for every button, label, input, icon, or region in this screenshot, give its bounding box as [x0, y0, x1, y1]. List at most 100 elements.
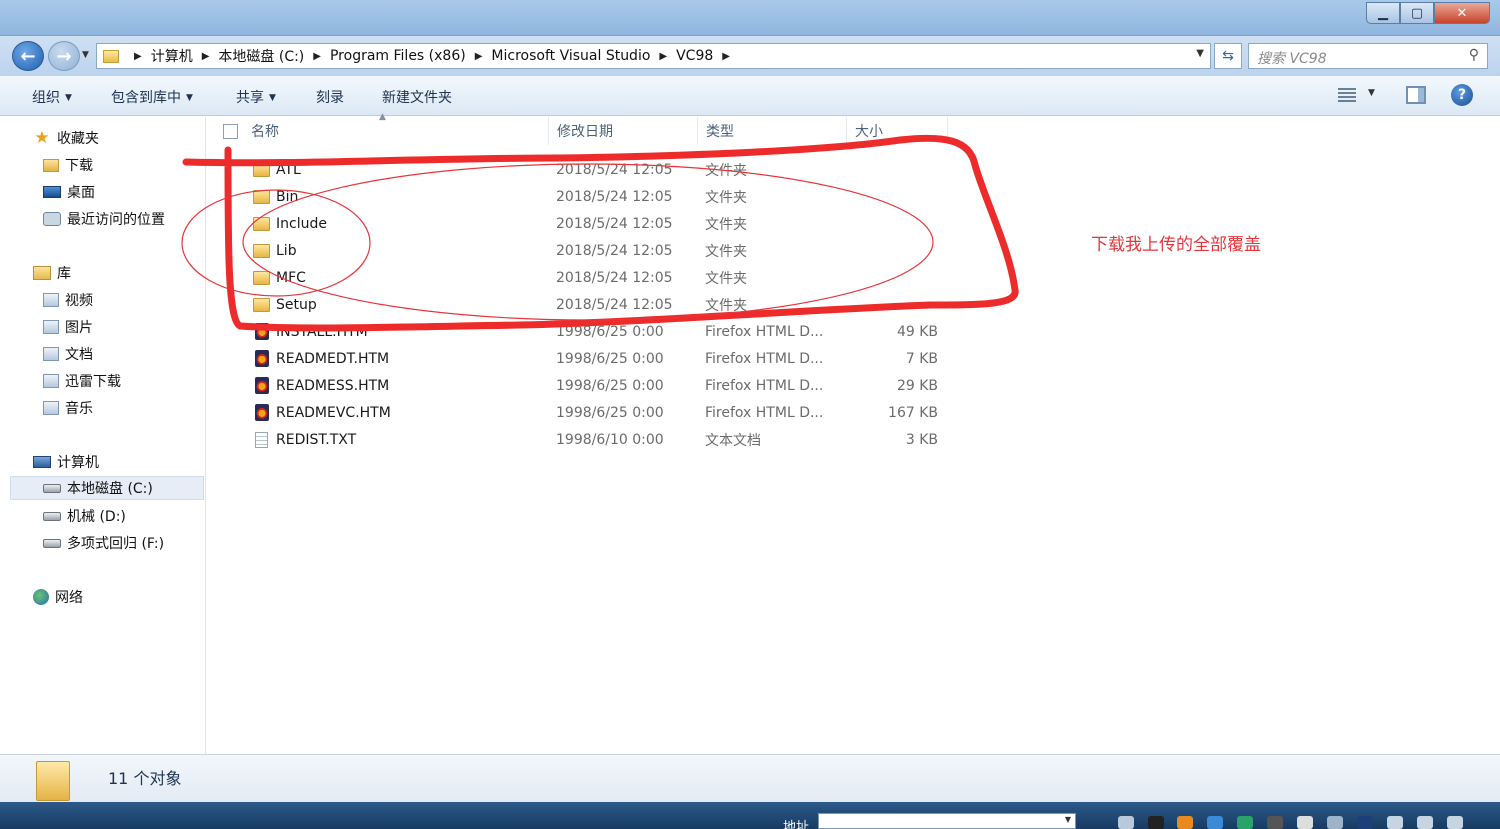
file-name-cell[interactable]: INSTALL.HTM: [253, 323, 368, 340]
file-type: 文件夹: [705, 216, 747, 233]
drive-icon: [43, 483, 61, 493]
title-bar: ▁ ▢ ✕: [0, 0, 1500, 36]
tray-app-icon[interactable]: [1237, 816, 1253, 829]
select-all-checkbox[interactable]: [223, 124, 238, 139]
file-name: MFC: [276, 269, 306, 286]
tray-app-icon[interactable]: [1297, 816, 1313, 829]
tray-app-icon[interactable]: [1207, 816, 1223, 829]
search-placeholder: 搜索 VC98: [1257, 51, 1327, 67]
forward-button[interactable]: →: [48, 41, 80, 71]
file-type: Firefox HTML D...: [705, 323, 824, 340]
minimize-button[interactable]: ▁: [1366, 2, 1400, 24]
breadcrumb-local-disk[interactable]: 本地磁盘 (C:): [218, 46, 304, 66]
breadcrumb-program-files[interactable]: Program Files (x86): [330, 48, 466, 64]
folder-icon: [253, 189, 270, 204]
share-menu[interactable]: 共享 ▼: [236, 87, 276, 107]
file-modified-date: 2018/5/24 12:05: [556, 188, 673, 205]
chevron-right-icon[interactable]: ▶: [202, 51, 210, 62]
file-name-cell[interactable]: REDIST.TXT: [253, 431, 356, 448]
bluetooth-icon[interactable]: [1357, 816, 1373, 829]
window-controls: ▁ ▢ ✕: [1366, 2, 1490, 24]
file-name-cell[interactable]: ATL: [253, 162, 301, 178]
file-name-cell[interactable]: Bin: [253, 189, 298, 205]
firefox-html-icon: [255, 404, 269, 421]
new-folder-button[interactable]: 新建文件夹: [382, 87, 452, 107]
file-name-cell[interactable]: READMEDT.HTM: [253, 350, 389, 367]
breadcrumb-computer[interactable]: 计算机: [151, 46, 193, 66]
search-icon[interactable]: ⚲: [1469, 47, 1479, 63]
qq-icon[interactable]: [1148, 816, 1164, 829]
search-input[interactable]: 搜索 VC98 ⚲: [1248, 43, 1488, 69]
tray-app-icon[interactable]: [1177, 816, 1193, 829]
taskbar: 地址 ▼: [0, 802, 1500, 829]
column-header-type[interactable]: 类型: [698, 117, 847, 145]
tray-app-icon[interactable]: [1327, 816, 1343, 829]
chevron-right-icon[interactable]: ▶: [475, 51, 483, 62]
table-row[interactable]: Bin 2018/5/24 12:05 文件夹: [207, 183, 967, 210]
firefox-html-icon: [255, 350, 269, 367]
table-row[interactable]: READMEVC.HTM 1998/6/25 0:00 Firefox HTML D…: [207, 399, 967, 426]
change-view-icon[interactable]: [1338, 88, 1356, 102]
taskbar-address-input[interactable]: ▼: [818, 813, 1076, 829]
table-row[interactable]: READMESS.HTM 1998/6/25 0:00 Firefox HTML D…: [207, 372, 967, 399]
breadcrumb-vc98[interactable]: VC98: [676, 48, 713, 64]
tray-app-icon[interactable]: [1417, 816, 1433, 829]
chevron-right-icon[interactable]: ▶: [134, 51, 142, 62]
chevron-down-icon[interactable]: ▼: [1065, 815, 1071, 824]
file-modified-date: 2018/5/24 12:05: [556, 269, 673, 286]
file-name-cell[interactable]: READMESS.HTM: [253, 377, 389, 394]
recent-pages-dropdown[interactable]: ▼: [82, 50, 89, 60]
column-header-name[interactable]: 名称: [243, 117, 549, 145]
table-row[interactable]: REDIST.TXT 1998/6/10 0:00 文本文档 3 KB: [207, 426, 967, 453]
tray-app-icon[interactable]: [1447, 816, 1463, 829]
file-size: 29 KB: [896, 377, 938, 394]
address-row: ← → ▼ ▶ 计算机 ▶ 本地磁盘 (C:) ▶ Program Files …: [0, 36, 1500, 76]
burn-button[interactable]: 刻录: [316, 87, 344, 107]
tray-app-icon[interactable]: [1118, 816, 1134, 829]
close-button[interactable]: ✕: [1434, 2, 1490, 24]
picture-library-icon: [43, 320, 59, 334]
libraries-icon: [33, 266, 51, 280]
breadcrumb-visual-studio[interactable]: Microsoft Visual Studio: [491, 48, 650, 64]
command-bar: 组织 ▼ 包含到库中 ▼ 共享 ▼ 刻录 新建文件夹 ▼ ?: [0, 76, 1500, 116]
chevron-right-icon[interactable]: ▶: [313, 51, 321, 62]
file-list: 名称 ▲ 修改日期 类型 大小 ATL 2018/5/24 12:05 文件夹 Bin…: [207, 112, 1500, 754]
file-name-cell[interactable]: MFC: [253, 270, 306, 286]
folder-icon: [36, 761, 70, 801]
file-name-cell[interactable]: Include: [253, 216, 327, 232]
drive-icon: [43, 511, 61, 521]
tray-app-icon[interactable]: [1387, 816, 1403, 829]
back-button[interactable]: ←: [12, 41, 44, 71]
chevron-right-icon[interactable]: ▶: [722, 51, 730, 62]
file-type: 文本文档: [705, 432, 761, 449]
help-icon[interactable]: ?: [1451, 84, 1473, 106]
refresh-button[interactable]: ⇆: [1214, 43, 1242, 69]
tray-app-icon[interactable]: [1267, 816, 1283, 829]
table-row[interactable]: Include 2018/5/24 12:05 文件夹: [207, 210, 967, 237]
view-options-dropdown[interactable]: ▼: [1368, 88, 1375, 98]
address-history-dropdown[interactable]: ▼: [1196, 48, 1204, 59]
chevron-right-icon[interactable]: ▶: [659, 51, 667, 62]
column-header-size[interactable]: 大小: [847, 117, 948, 145]
table-row[interactable]: INSTALL.HTM 1998/6/25 0:00 Firefox HTML D.…: [207, 318, 967, 345]
file-modified-date: 2018/5/24 12:05: [556, 215, 673, 232]
file-name-cell[interactable]: Lib: [253, 243, 297, 259]
maximize-button[interactable]: ▢: [1400, 2, 1434, 24]
file-name-cell[interactable]: READMEVC.HTM: [253, 404, 391, 421]
table-row[interactable]: READMEDT.HTM 1998/6/25 0:00 Firefox HTML D…: [207, 345, 967, 372]
table-row[interactable]: Setup 2018/5/24 12:05 文件夹: [207, 291, 967, 318]
table-row[interactable]: ATL 2018/5/24 12:05 文件夹: [207, 156, 967, 183]
column-header-modified[interactable]: 修改日期: [549, 117, 698, 145]
nav-item-local-disk-c[interactable]: 本地磁盘 (C:): [10, 476, 204, 500]
include-in-library-menu[interactable]: 包含到库中 ▼: [111, 87, 193, 107]
file-name-cell[interactable]: Setup: [253, 297, 317, 313]
address-bar[interactable]: ▶ 计算机 ▶ 本地磁盘 (C:) ▶ Program Files (x86) …: [96, 43, 1211, 69]
sort-ascending-icon: ▲: [379, 112, 386, 122]
firefox-html-icon: [255, 377, 269, 394]
preview-pane-icon[interactable]: [1406, 86, 1426, 104]
table-row[interactable]: Lib 2018/5/24 12:05 文件夹: [207, 237, 967, 264]
music-library-icon: [43, 401, 59, 415]
file-size: 3 KB: [905, 431, 938, 448]
organize-menu[interactable]: 组织 ▼: [32, 87, 72, 107]
table-row[interactable]: MFC 2018/5/24 12:05 文件夹: [207, 264, 967, 291]
